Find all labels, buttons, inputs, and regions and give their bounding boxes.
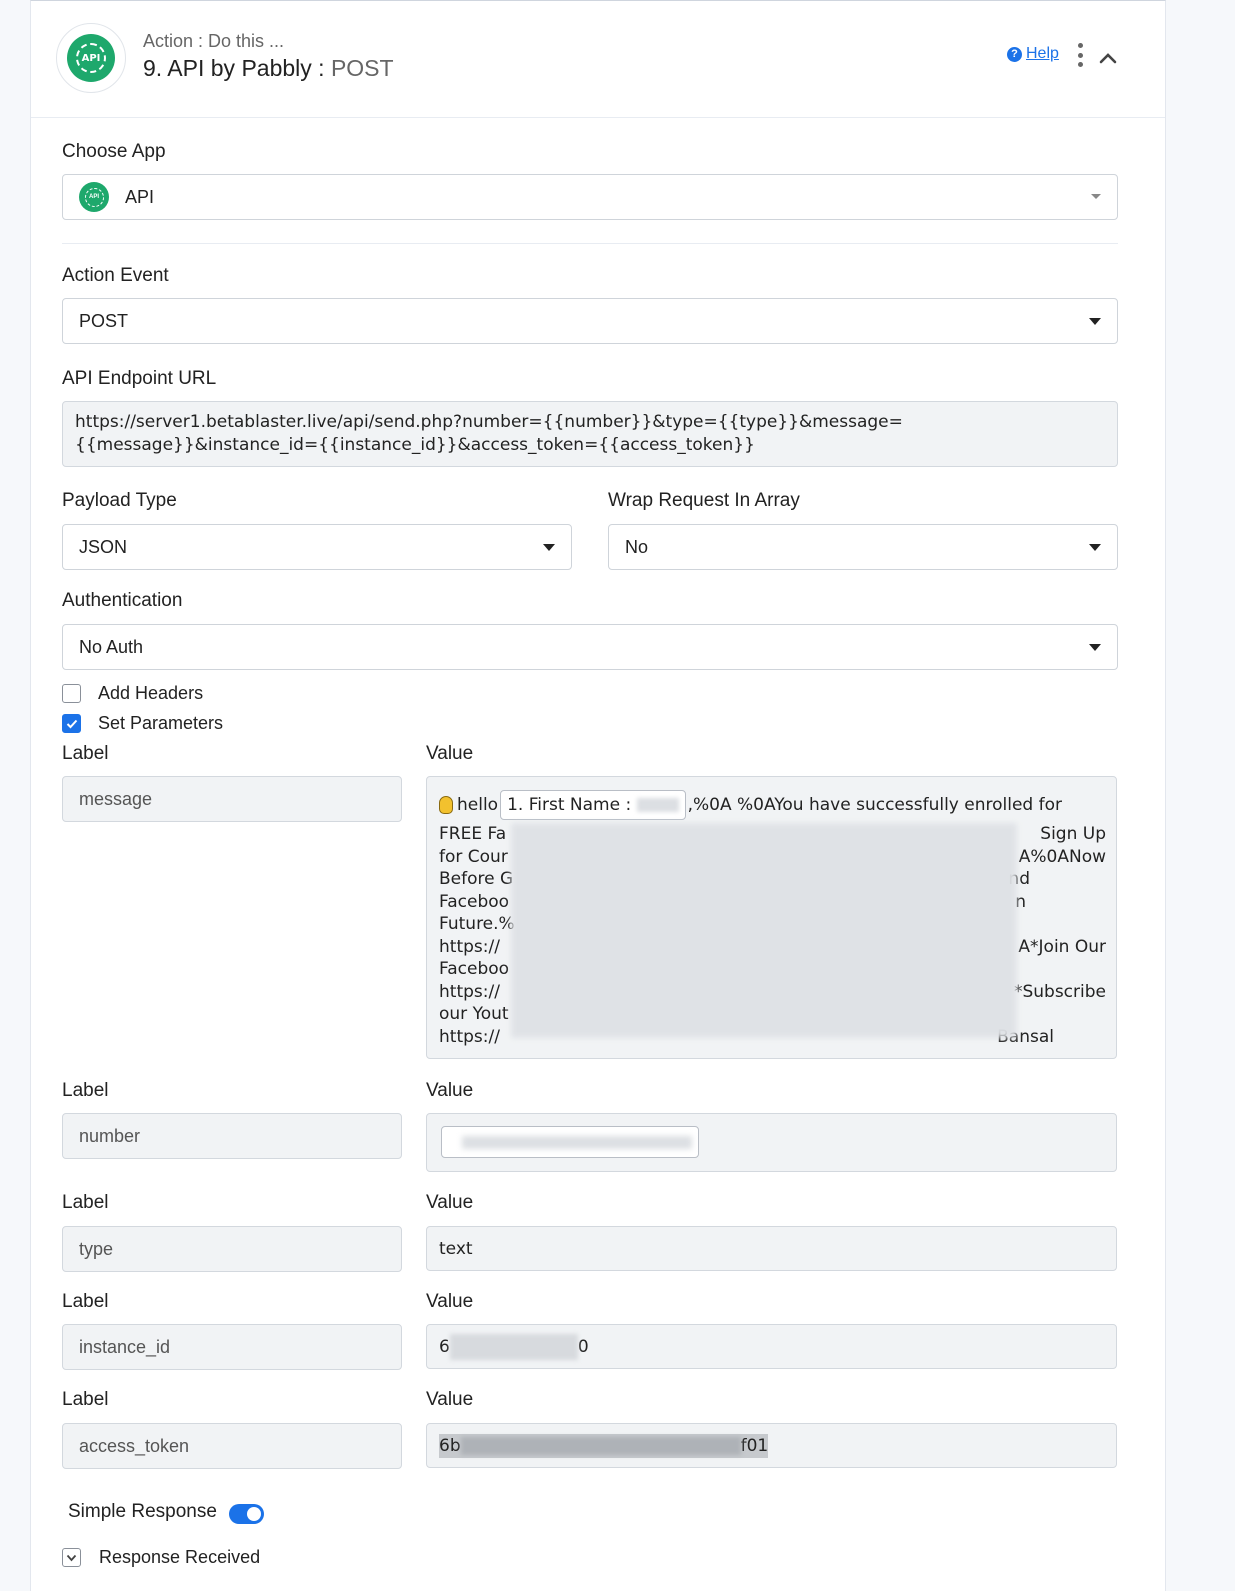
checkbox-empty-icon[interactable] [62,684,81,703]
simple-response-toggle[interactable] [229,1504,264,1524]
access-token-end: f01 [740,1435,769,1456]
add-headers-checkbox[interactable]: Add Headers [62,683,203,704]
help-link[interactable]: ? Help [1007,45,1059,63]
step-header: API Action : Do this ... 9. API by Pabbl… [31,1,1165,118]
choose-app-label: Choose App [62,141,166,162]
param-value-input-number[interactable] [426,1113,1117,1172]
chevron-down-icon[interactable] [62,1548,81,1567]
param-value-header: Value [426,1291,474,1312]
instance-id-end: 0 [577,1336,589,1357]
waving-hand-icon [439,796,453,814]
redacted-area [511,823,1017,1038]
simple-response-label: Simple Response [68,1501,217,1522]
add-headers-label: Add Headers [98,683,204,703]
step-title: 9. API by Pabbly : POST [143,55,394,82]
app-logo: API [56,23,126,93]
redacted-area [460,1436,741,1455]
wrap-request-select[interactable]: No [608,524,1118,570]
access-token-highlight: 6b f01 [439,1433,769,1458]
action-event-value: POST [79,310,129,331]
access-token-start: 6b [439,1435,461,1456]
param-label-header: Label [62,743,109,764]
authentication-label: Authentication [62,590,183,611]
message-first-rest: ,%0A %0AYou have successfully enrolled f… [687,794,1062,815]
chevron-down-icon [1089,318,1101,325]
instance-id-start: 6 [439,1336,450,1357]
choose-app-value: API [125,186,155,207]
step-event: POST [330,55,394,81]
payload-type-value: JSON [79,536,128,557]
api-logo-icon: API [67,34,115,82]
param-label-input-type[interactable]: type [62,1226,402,1272]
set-parameters-checkbox[interactable]: Set Parameters [62,713,223,734]
action-event-select[interactable]: POST [62,298,1118,344]
first-name-token-chip[interactable]: 1. First Name : [500,790,686,820]
step-title-text: 9. API by Pabbly : [143,55,325,81]
param-value-header: Value [426,1080,474,1101]
param-label-input-message[interactable]: message [62,776,402,822]
step-subtitle: Action : Do this ... [143,31,285,51]
wrap-request-value: No [625,536,649,557]
chevron-down-icon [1089,644,1101,651]
param-label-header: Label [62,1192,109,1213]
chip-label: 1. First Name : [507,795,637,815]
param-value-header: Value [426,1389,474,1410]
response-received-row[interactable]: Response Received [62,1547,260,1568]
param-value-input-instance-id[interactable]: 6 0 [426,1324,1117,1369]
redacted-area [449,1333,578,1360]
message-first-line: hello 1. First Name : ,%0A %0AYou have s… [439,789,1106,821]
action-event-label: Action Event [62,265,169,286]
number-token-chip[interactable] [441,1126,699,1158]
response-received-label: Response Received [99,1547,261,1567]
payload-type-label: Payload Type [62,490,177,511]
payload-type-select[interactable]: JSON [62,524,572,570]
checkbox-checked-icon[interactable] [62,714,81,733]
param-value-header: Value [426,1192,474,1213]
endpoint-label: API Endpoint URL [62,368,217,389]
chevron-down-icon [1091,194,1101,199]
chevron-down-icon [1089,544,1101,551]
set-parameters-label: Set Parameters [98,713,224,733]
param-label-header: Label [62,1389,109,1410]
param-value-header: Value [426,743,474,764]
param-label-input-access-token[interactable]: access_token [62,1423,402,1469]
divider [62,243,1118,244]
endpoint-line-1: https://server1.betablaster.live/api/sen… [75,412,903,432]
logo-text: API [81,52,101,64]
action-step-card: API Action : Do this ... 9. API by Pabbl… [30,0,1166,1591]
api-logo-icon: API [79,182,109,212]
param-value-input-type[interactable]: text [426,1226,1117,1271]
endpoint-url-input[interactable]: https://server1.betablaster.live/api/sen… [62,401,1118,467]
chevron-up-icon[interactable] [1099,49,1117,67]
message-prefix: hello [457,794,499,815]
choose-app-select[interactable]: API API [62,174,1118,220]
param-value-input-access-token[interactable]: 6b f01 [426,1423,1117,1468]
param-label-input-instance-id[interactable]: instance_id [62,1324,402,1370]
help-label: Help [1026,45,1059,62]
mini-logo-text: API [88,194,99,200]
param-label-header: Label [62,1080,109,1101]
chevron-down-icon [543,544,555,551]
authentication-select[interactable]: No Auth [62,624,1118,670]
more-options-icon[interactable] [1075,43,1085,67]
param-label-input-number[interactable]: number [62,1113,402,1159]
authentication-value: No Auth [79,636,144,657]
endpoint-line-2: {{message}}&instance_id={{instance_id}}&… [75,435,755,455]
wrap-request-label: Wrap Request In Array [608,490,800,511]
param-label-header: Label [62,1291,109,1312]
question-circle-icon: ? [1007,46,1022,62]
